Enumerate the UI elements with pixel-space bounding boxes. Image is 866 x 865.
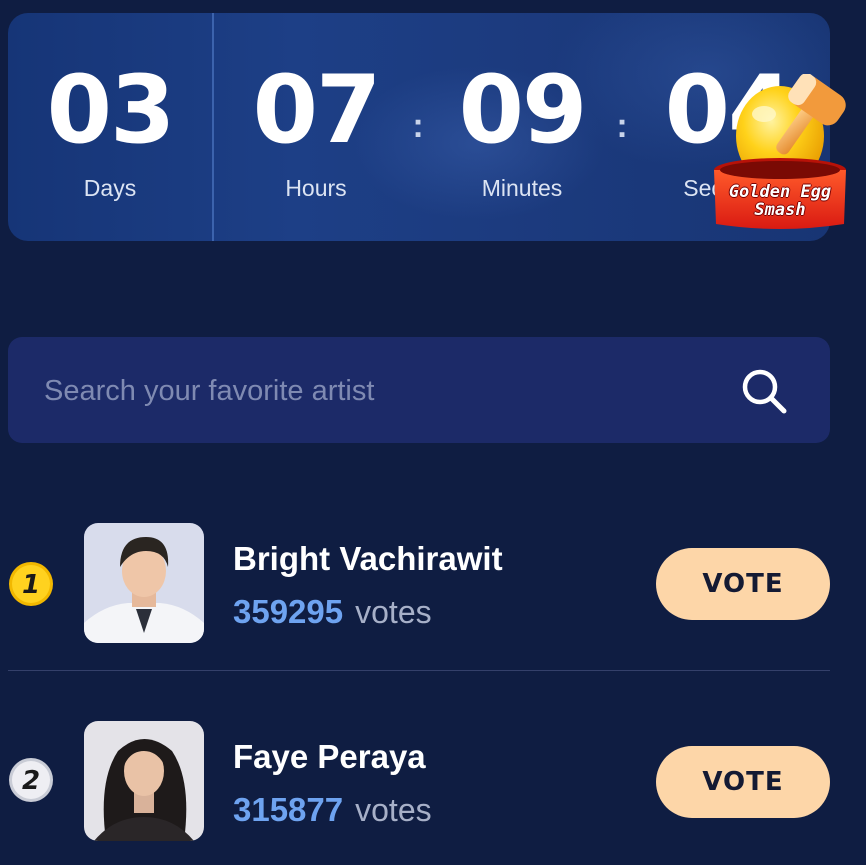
badge-text-line2: Smash [754, 200, 806, 220]
countdown-banner: 03 Days 07 Hours : 09 Minutes : 04 Secon… [8, 13, 830, 241]
days-label: Days [83, 175, 137, 201]
vote-button[interactable]: VOTE [656, 548, 830, 620]
artist-photo [84, 721, 204, 841]
row-divider [8, 670, 830, 671]
vote-count: 315877 [233, 791, 344, 828]
search-icon[interactable] [740, 367, 788, 415]
countdown-minutes: 09 Minutes [432, 56, 612, 202]
voting-page: 03 Days 07 Hours : 09 Minutes : 04 Secon… [0, 0, 866, 865]
hours-value: 07 [252, 56, 382, 165]
countdown-days: 03 Days [20, 56, 200, 202]
search-input[interactable] [42, 367, 686, 415]
vote-line: 315877 votes [233, 791, 432, 829]
badge-text-line1: Golden Egg [728, 182, 832, 202]
search-bar [8, 337, 830, 443]
artist-photo [84, 523, 204, 643]
list-item: 2 Faye Peraya 315877 votes VOTE [0, 718, 866, 865]
countdown-divider [212, 13, 214, 241]
vote-button[interactable]: VOTE [656, 746, 830, 818]
days-value: 03 [46, 56, 176, 165]
rank-badge-gold: 1 [9, 562, 53, 606]
svg-text:2: 2 [22, 766, 40, 796]
list-item: 1 Bright Vachirawit 359295 votes VOTE [0, 520, 866, 670]
artist-name: Bright Vachirawit [233, 540, 503, 577]
vote-count: 359295 [233, 593, 344, 630]
avatar [84, 721, 204, 841]
vote-line: 359295 votes [233, 593, 432, 631]
avatar [84, 523, 204, 643]
golden-egg-smash-text: Golden Egg Smash [710, 183, 850, 219]
artist-name: Faye Peraya [233, 738, 426, 775]
votes-label: votes [355, 792, 432, 828]
votes-label: votes [355, 594, 432, 630]
golden-egg-smash-badge[interactable]: Golden Egg Smash [708, 74, 852, 230]
minutes-value: 09 [458, 56, 588, 165]
countdown-separator: : [616, 107, 628, 145]
minutes-label: Minutes [481, 175, 563, 201]
rank-badge-silver: 2 [9, 758, 53, 802]
countdown-separator: : [412, 107, 424, 145]
svg-text:1: 1 [22, 570, 40, 600]
countdown-hours: 07 Hours [226, 56, 406, 202]
hours-label: Hours [285, 175, 347, 201]
